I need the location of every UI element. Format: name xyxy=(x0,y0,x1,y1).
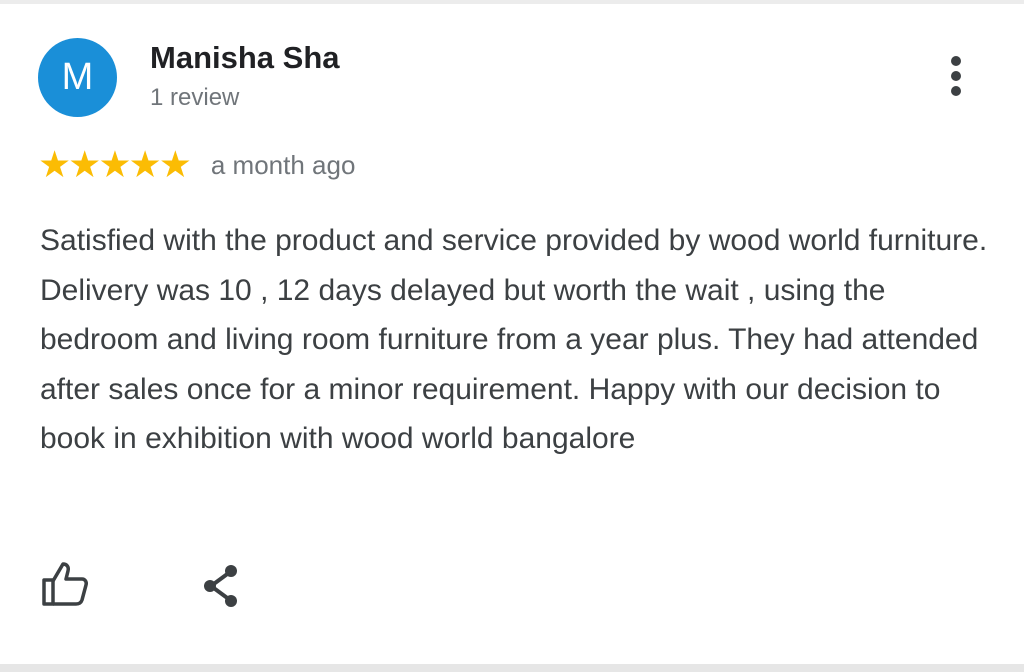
more-vert-icon-dot xyxy=(951,71,961,81)
star-icon: ★ xyxy=(158,144,192,185)
more-vert-icon-dot xyxy=(951,86,961,96)
star-icon: ★ xyxy=(68,144,102,185)
review-text: Satisfied with the product and service p… xyxy=(40,224,988,455)
review-timestamp: a month ago xyxy=(210,149,356,180)
share-button[interactable] xyxy=(198,562,248,612)
star-rating: ★ ★ ★ ★ ★ xyxy=(38,144,192,185)
star-icon: ★ xyxy=(98,144,132,185)
avatar[interactable]: M xyxy=(38,38,117,117)
star-icon: ★ xyxy=(38,144,72,185)
star-icon: ★ xyxy=(128,144,162,185)
more-vert-icon xyxy=(951,56,961,66)
more-options-button[interactable] xyxy=(936,52,976,100)
thumb-up-icon xyxy=(42,562,88,606)
rating-row: ★ ★ ★ ★ ★ a month ago xyxy=(38,146,355,184)
share-icon xyxy=(204,565,237,607)
reviewer-name[interactable]: Manisha Sha xyxy=(150,40,340,76)
like-button[interactable] xyxy=(38,560,92,610)
bottom-divider xyxy=(0,664,1024,672)
review-count[interactable]: 1 review xyxy=(150,84,239,112)
top-divider xyxy=(0,0,1024,4)
